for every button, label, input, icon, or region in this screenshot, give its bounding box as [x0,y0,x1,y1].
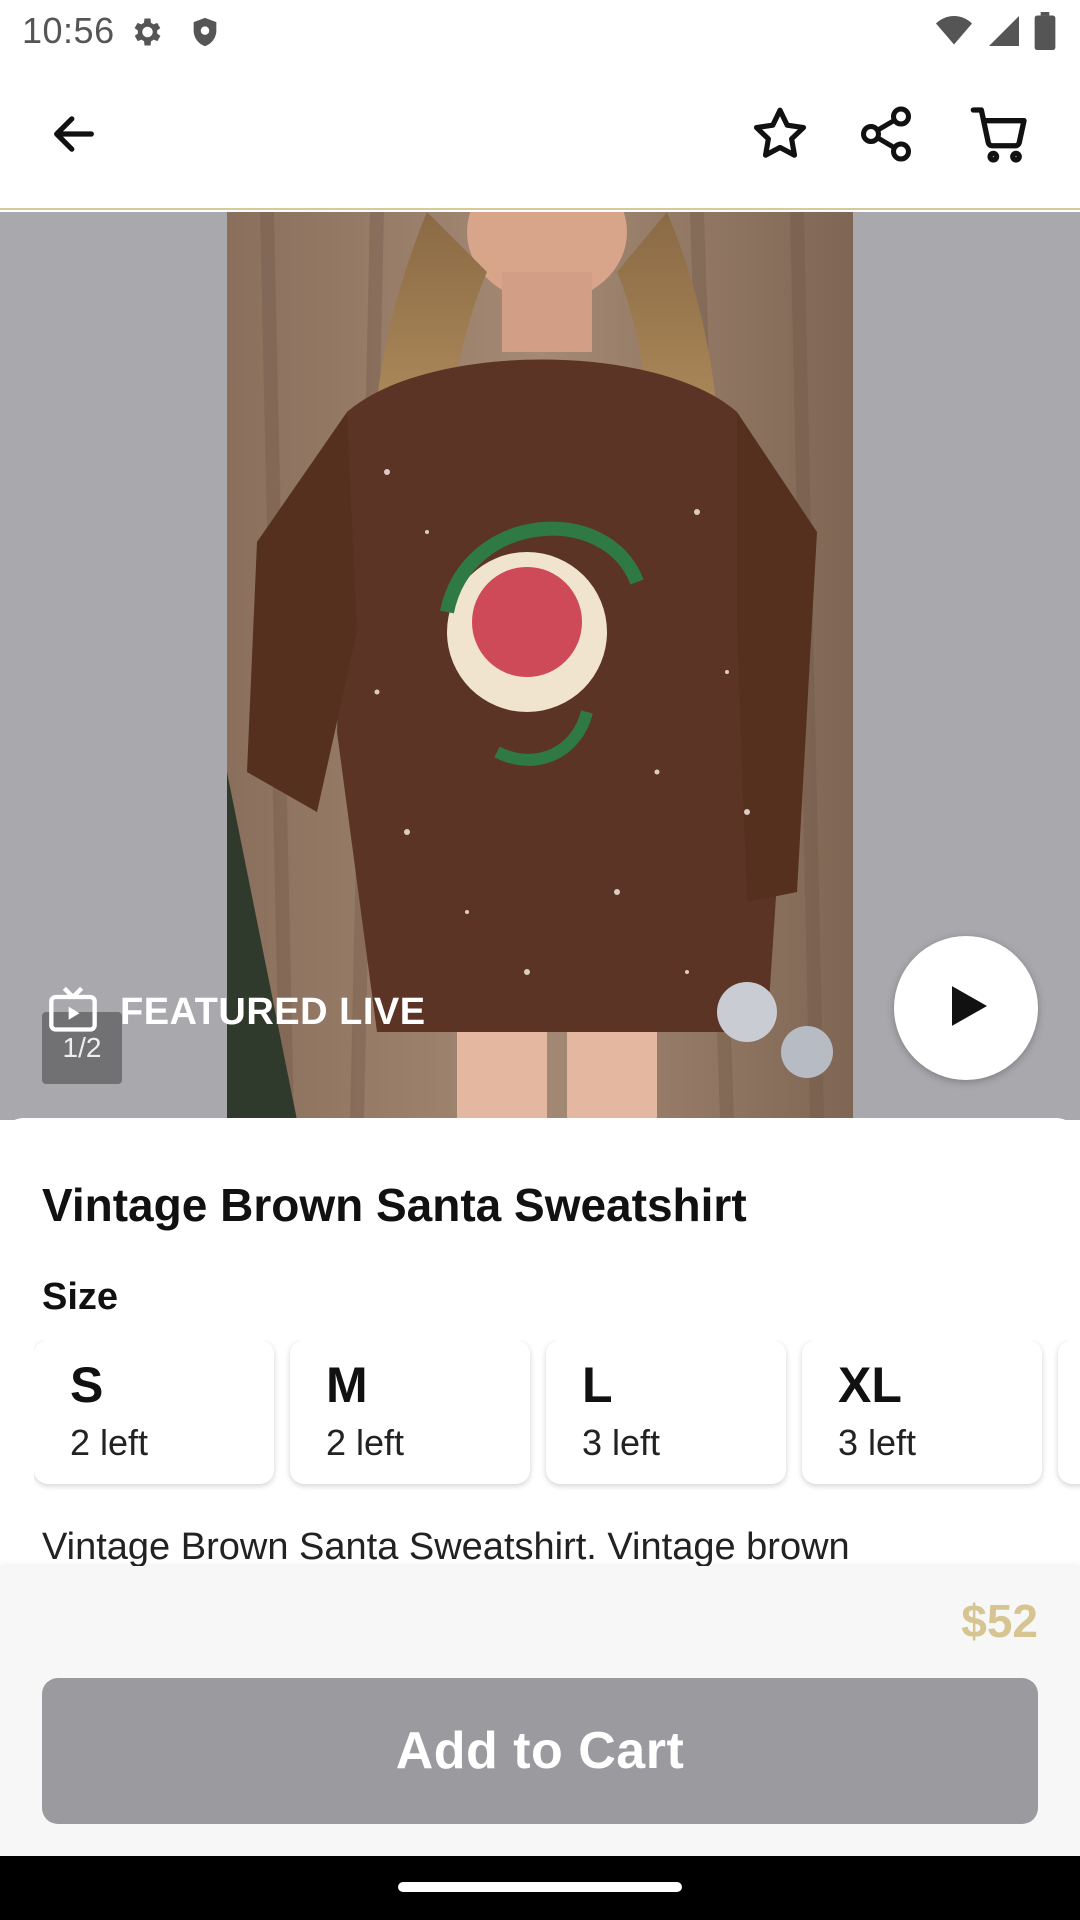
settings-icon [128,14,164,55]
star-icon [749,103,811,170]
status-bar: 10:56 [0,0,1080,64]
home-indicator[interactable] [398,1882,682,1892]
cart-icon [968,102,1032,171]
size-stock: 3 left [582,1422,661,1463]
featured-live-badge: FEATURED LIVE [46,984,426,1041]
add-to-cart-button[interactable]: Add to Cart [42,1678,1038,1824]
size-option-l[interactable]: L 3 left [546,1340,786,1484]
product-sheet: Vintage Brown Santa Sweatshirt Size S 2 … [0,1118,1080,1574]
size-stock: 2 left [70,1422,149,1463]
play-icon [938,978,994,1039]
size-name: S [70,1357,104,1413]
size-name: L [582,1357,613,1413]
battery-icon [1034,12,1056,55]
featured-live-label: FEATURED LIVE [120,991,426,1033]
shield-icon [188,14,222,55]
size-stock: 3 left [838,1422,917,1463]
size-name: M [326,1357,368,1413]
size-option-s[interactable]: S 2 left [34,1340,274,1484]
size-selector: S 2 left M 2 left L 3 left XL 3 left [34,1340,1080,1490]
arrow-left-icon [48,108,100,165]
play-video-button[interactable] [894,936,1038,1080]
signal-icon [986,13,1022,54]
tv-icon [46,984,100,1041]
cart-button[interactable] [960,96,1040,176]
product-title: Vintage Brown Santa Sweatshirt [42,1179,747,1231]
size-stock: 2 left [326,1422,405,1463]
size-option-m[interactable]: M 2 left [290,1340,530,1484]
purchase-bar: $52 Add to Cart [0,1566,1080,1856]
size-label: Size [42,1276,119,1318]
back-button[interactable] [34,96,114,176]
status-time: 10:56 [22,10,115,51]
product-price: $52 [961,1595,1038,1647]
share-icon [856,104,916,169]
wifi-icon [934,13,974,54]
app-bar [0,64,1080,210]
favorite-button[interactable] [740,96,820,176]
size-name: XL [838,1357,902,1413]
share-button[interactable] [846,96,926,176]
size-option-xl[interactable]: XL 3 left [802,1340,1042,1484]
product-image-gallery[interactable]: 1/2 FEATURED LIVE [0,212,1080,1120]
system-nav-bar [0,1856,1080,1920]
size-option-more[interactable] [1058,1340,1080,1484]
